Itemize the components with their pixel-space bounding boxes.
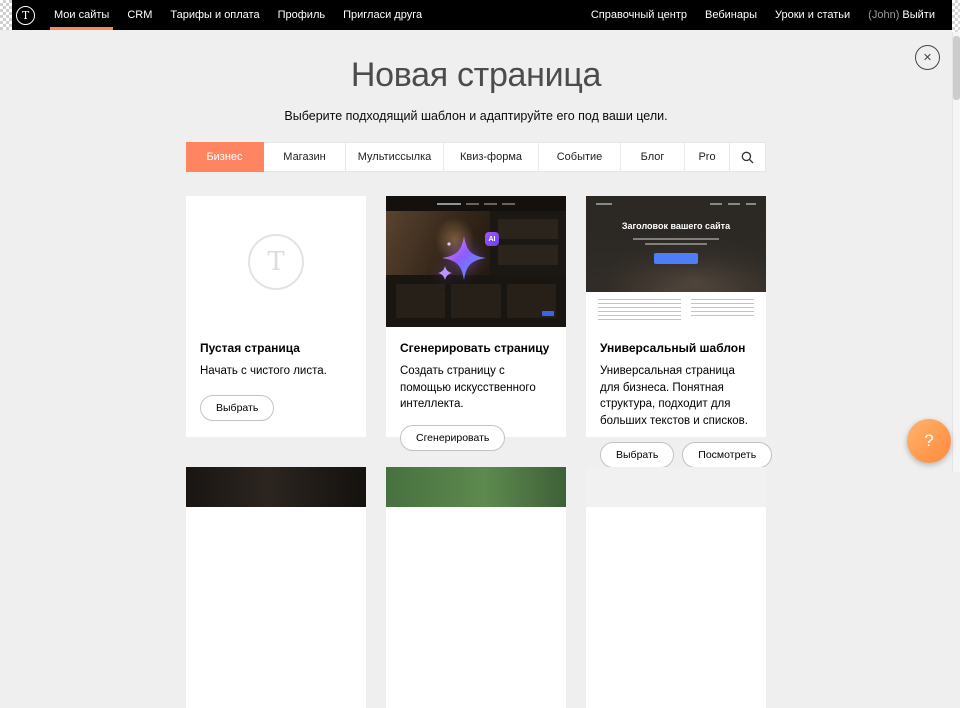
preview-hero: Заголовок вашего сайта	[586, 196, 766, 292]
tab-quiz-form[interactable]: Квиз-форма	[444, 143, 539, 171]
transparency-artifact	[952, 0, 960, 32]
select-blank-button[interactable]: Выбрать	[200, 395, 274, 421]
page-subtitle: Выберите подходящий шаблон и адаптируйте…	[0, 109, 952, 123]
nav-webinars[interactable]: Вебинары	[696, 0, 766, 30]
card-actions: Сгенерировать	[400, 413, 552, 451]
topbar-right-nav: Справочный центр Вебинары Уроки и статьи…	[582, 0, 944, 30]
card-title: Пустая страница	[200, 341, 352, 355]
card-actions: Выбрать	[200, 383, 352, 421]
tab-pro[interactable]: Pro	[685, 143, 730, 171]
preview-paragraph-lines	[598, 299, 681, 321]
topbar: T Мои сайты CRM Тарифы и оплата Профиль …	[0, 0, 960, 30]
close-icon: ✕	[923, 51, 932, 64]
template-card-blank: T Пустая страница Начать с чистого листа…	[186, 196, 366, 437]
transparency-artifact	[0, 0, 12, 30]
universal-template-thumbnail: Заголовок вашего сайта	[586, 196, 766, 327]
tab-blog[interactable]: Блог	[621, 143, 685, 171]
preview-heading: Заголовок вашего сайта	[586, 221, 766, 231]
nav-tariffs-payment[interactable]: Тарифы и оплата	[161, 0, 268, 30]
template-thumbnail	[386, 467, 566, 507]
preview-cta-button	[654, 253, 698, 264]
nav-my-sites[interactable]: Мои сайты	[45, 0, 118, 30]
template-card-universal: Заголовок вашего сайта Универсальный шаб…	[586, 196, 766, 437]
preview-blue-button	[542, 311, 554, 316]
help-button[interactable]: ?	[907, 419, 951, 463]
topbar-left-nav: T Мои сайты CRM Тарифы и оплата Профиль …	[16, 0, 431, 30]
template-card[interactable]	[386, 467, 566, 708]
tab-shop[interactable]: Магазин	[264, 143, 346, 171]
preview-text-section	[586, 292, 766, 327]
tab-search[interactable]	[730, 143, 764, 171]
card-description: Универсальная страница для бизнеса. Поня…	[600, 363, 752, 430]
preview-side-panel	[490, 211, 566, 275]
preview-navbar	[386, 196, 566, 211]
close-button[interactable]: ✕	[915, 45, 940, 70]
template-grid-row2	[186, 467, 766, 708]
template-thumbnail	[586, 467, 766, 507]
template-category-tabs: Бизнес Магазин Мультиссылка Квиз-форма С…	[186, 142, 766, 172]
blank-template-thumbnail: T	[186, 196, 366, 327]
tab-multilink[interactable]: Мультиссылка	[346, 143, 444, 171]
select-universal-button[interactable]: Выбрать	[600, 442, 674, 468]
preview-universal-button[interactable]: Посмотреть	[682, 442, 772, 468]
nav-crm[interactable]: CRM	[118, 0, 161, 30]
tilda-watermark-icon: T	[248, 234, 304, 290]
page-title: Новая страница	[0, 56, 952, 95]
tilda-logo[interactable]: T	[16, 6, 35, 25]
question-mark-icon: ?	[924, 431, 933, 451]
nav-invite-friend[interactable]: Пригласи друга	[334, 0, 431, 30]
preview-paragraph-lines	[691, 299, 754, 317]
generate-button[interactable]: Сгенерировать	[400, 425, 505, 451]
card-body: Сгенерировать страницу Создать страницу …	[386, 327, 566, 467]
watermark-letter: T	[267, 247, 284, 277]
card-description: Начать с чистого листа.	[200, 363, 352, 380]
scrollbar[interactable]	[952, 0, 960, 472]
search-icon	[741, 151, 754, 164]
card-body: Универсальный шаблон Универсальная стран…	[586, 327, 766, 484]
ai-template-thumbnail: AI	[386, 196, 566, 327]
template-thumbnail	[186, 467, 366, 507]
template-card[interactable]	[186, 467, 366, 708]
card-description: Создать страницу с помощью искусственног…	[400, 363, 552, 413]
nav-lessons-articles[interactable]: Уроки и статьи	[766, 0, 859, 30]
new-page-modal: ✕ Новая страница Выберите подходящий шаб…	[0, 30, 952, 472]
ai-badge: AI	[485, 232, 499, 246]
logout-label: Выйти	[902, 9, 935, 21]
card-title: Сгенерировать страницу	[400, 341, 552, 355]
user-name: (John)	[868, 9, 899, 21]
preview-subtext-line	[633, 238, 719, 240]
card-body: Пустая страница Начать с чистого листа. …	[186, 327, 366, 437]
preview-subtext-line	[645, 243, 706, 245]
tilda-logo-letter: T	[22, 10, 29, 21]
tab-event[interactable]: Событие	[539, 143, 621, 171]
nav-profile[interactable]: Профиль	[269, 0, 335, 30]
scrollbar-thumb[interactable]	[953, 36, 960, 100]
template-grid: T Пустая страница Начать с чистого листа…	[186, 196, 766, 437]
nav-logout[interactable]: (John) Выйти	[859, 0, 944, 30]
card-actions: Выбрать Посмотреть	[600, 430, 752, 468]
nav-help-center[interactable]: Справочный центр	[582, 0, 696, 30]
tab-business[interactable]: Бизнес	[186, 142, 264, 172]
template-card-ai-generate: AI Сгенерировать страницу Создать страни…	[386, 196, 566, 437]
card-title: Универсальный шаблон	[600, 341, 752, 355]
template-card[interactable]	[586, 467, 766, 708]
